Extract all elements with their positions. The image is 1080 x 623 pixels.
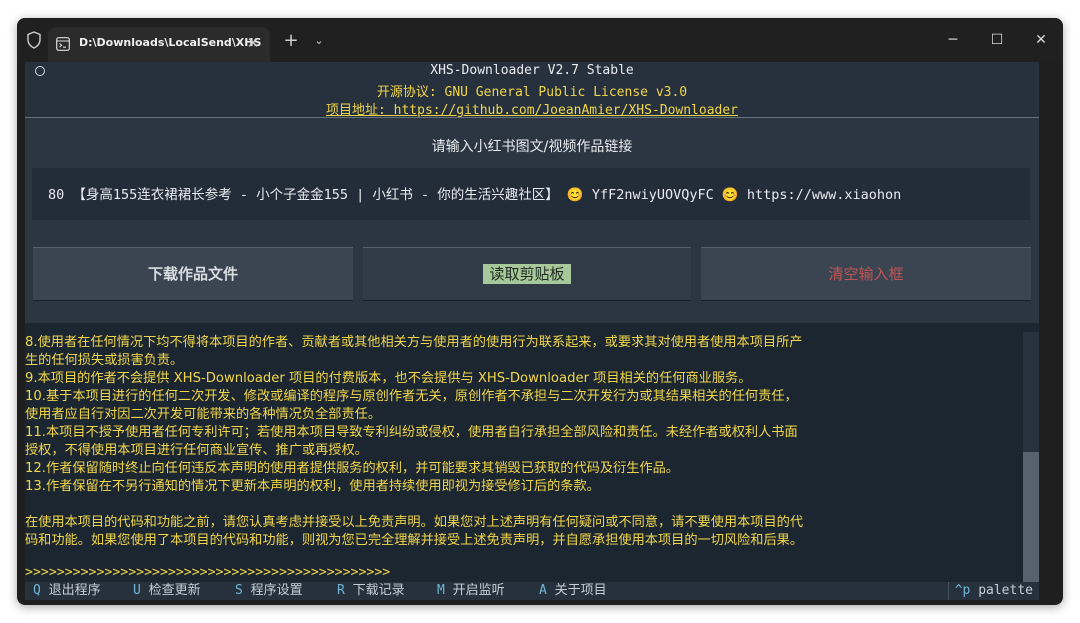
main-panel: 请输入小红书图文/视频作品链接 80 【身高155连衣裙裙长参考 - 小个子金金…	[25, 117, 1039, 323]
app-header: XHS-Downloader V2.7 Stable 开源协议: GNU Gen…	[25, 62, 1039, 118]
footer-key: U	[133, 583, 141, 598]
read-clipboard-button[interactable]: 读取剪贴板	[363, 247, 691, 301]
log-output: 8.使用者在任何情况下均不得将本项目的作者、贡献者或其他相关方与使用者的使用行为…	[25, 332, 1023, 582]
address-link[interactable]: https://github.com/JoeanAmier/XHS-Downlo…	[394, 103, 738, 118]
tab-title: D:\Downloads\LocalSend\XHS	[79, 36, 262, 49]
minimize-button[interactable]: ─	[931, 26, 975, 54]
log-line: 11.本项目不授予使用者任何专利许可；若使用本项目导致专利纠纷或侵权，使用者自行…	[25, 425, 798, 440]
shield-icon	[27, 31, 41, 49]
clear-input-button[interactable]: 清空输入框	[701, 247, 1031, 301]
footer-item-records[interactable]: R 下载记录	[337, 582, 419, 600]
footer-item-monitor[interactable]: M 开启监听	[437, 582, 519, 600]
address-line: 项目地址: https://github.com/JoeanAmier/XHS-…	[25, 99, 1039, 118]
chevron-down-icon[interactable]: ⌄	[309, 30, 329, 52]
tab-terminal[interactable]: D:\Downloads\LocalSend\XHS ✕	[48, 27, 270, 62]
terminal-window: D:\Downloads\LocalSend\XHS ✕ + ⌄ ─ ☐ ✕ X…	[17, 18, 1063, 605]
palette-button[interactable]: ^p palette	[947, 582, 1033, 600]
terminal-icon	[56, 37, 70, 51]
app-title: XHS-Downloader V2.7 Stable	[430, 63, 634, 78]
log-line: 生的任何损失或损害负责。	[25, 353, 184, 368]
link-input[interactable]: 80 【身高155连衣裙裙长参考 - 小个子金金155 | 小红书 - 你的生活…	[32, 168, 1030, 220]
license-line: 开源协议: GNU General Public License v3.0	[25, 81, 1039, 100]
log-line: 12.作者保留随时终止向任何违反本声明的使用者提供服务的权利，并可能要求其销毁已…	[25, 461, 679, 476]
log-line: 使用者应自行对因二次开发可能带来的各种情况负全部责任。	[25, 407, 382, 422]
new-tab-icon[interactable]: +	[280, 30, 302, 52]
footer-label: 程序设置	[250, 583, 303, 598]
download-button[interactable]: 下载作品文件	[33, 247, 353, 301]
license-label: 开源协议:	[376, 85, 445, 100]
tab-close-icon[interactable]: ✕	[242, 32, 264, 54]
close-button[interactable]: ✕	[1019, 26, 1063, 54]
input-prompt: 请输入小红书图文/视频作品链接	[431, 139, 633, 155]
footer-label: 开启监听	[452, 583, 505, 598]
footer-key: R	[337, 583, 345, 598]
footer-item-update[interactable]: U 检查更新	[133, 582, 215, 600]
log-line: >>>>>>>>>>>>>>>>>>>>>>>>>>>>>>>>>>>>>>>>…	[25, 565, 391, 580]
license-value: GNU General Public License v3.0	[444, 85, 688, 100]
footer-key: S	[235, 583, 243, 598]
maximize-button[interactable]: ☐	[975, 26, 1019, 54]
log-line: 13.作者保留在不另行通知的情况下更新本声明的权利，使用者持续使用即视为接受修订…	[25, 479, 600, 494]
log-scrollbar-thumb[interactable]	[1023, 452, 1039, 582]
tab-bar: D:\Downloads\LocalSend\XHS ✕ + ⌄ ─ ☐ ✕	[17, 18, 1063, 62]
link-input-value: 80 【身高155连衣裙裙长参考 - 小个子金金155 | 小红书 - 你的生活…	[48, 187, 902, 203]
footer-label: 退出程序	[48, 583, 101, 598]
log-scrollbar[interactable]	[1023, 332, 1039, 582]
footer-label: 检查更新	[148, 583, 201, 598]
footer-item-about[interactable]: A 关于项目	[539, 582, 621, 600]
footer-key: A	[539, 583, 547, 598]
footer-bar: Q 退出程序 U 检查更新 S 程序设置 R 下载记录 M 开启监听 A 关于项…	[25, 582, 1039, 600]
log-line: 9.本项目的作者不会提供 XHS-Downloader 项目的付费版本，也不会提…	[25, 371, 752, 386]
palette-key: ^p	[954, 583, 971, 598]
footer-item-settings[interactable]: S 程序设置	[235, 582, 317, 600]
log-line: 授权，不得使用本项目进行任何商业宣传、推广或再授权。	[25, 443, 368, 458]
log-line: 码和功能。如果您使用了本项目的代码和功能，则视为您已完全理解并接受上述免责声明，…	[25, 533, 804, 548]
footer-item-quit[interactable]: Q 退出程序	[33, 582, 115, 600]
log-line: 10.基于本项目进行的任何二次开发、修改或编译的程序与原创作者无关，原创作者不承…	[25, 389, 798, 404]
footer-label: 下载记录	[352, 583, 405, 598]
footer-key: Q	[33, 583, 41, 598]
address-label: 项目地址:	[325, 103, 394, 118]
footer-label: 关于项目	[554, 583, 607, 598]
log-line: 在使用本项目的代码和功能之前，请您认真考虑并接受以上免责声明。如果您对上述声明有…	[25, 515, 804, 530]
terminal-content: XHS-Downloader V2.7 Stable 开源协议: GNU Gen…	[25, 62, 1039, 600]
palette-label: palette	[978, 583, 1033, 598]
footer-key: M	[437, 583, 445, 598]
read-clipboard-label: 读取剪贴板	[483, 264, 571, 284]
log-line: 8.使用者在任何情况下均不得将本项目的作者、贡献者或其他相关方与使用者的使用行为…	[25, 335, 803, 350]
